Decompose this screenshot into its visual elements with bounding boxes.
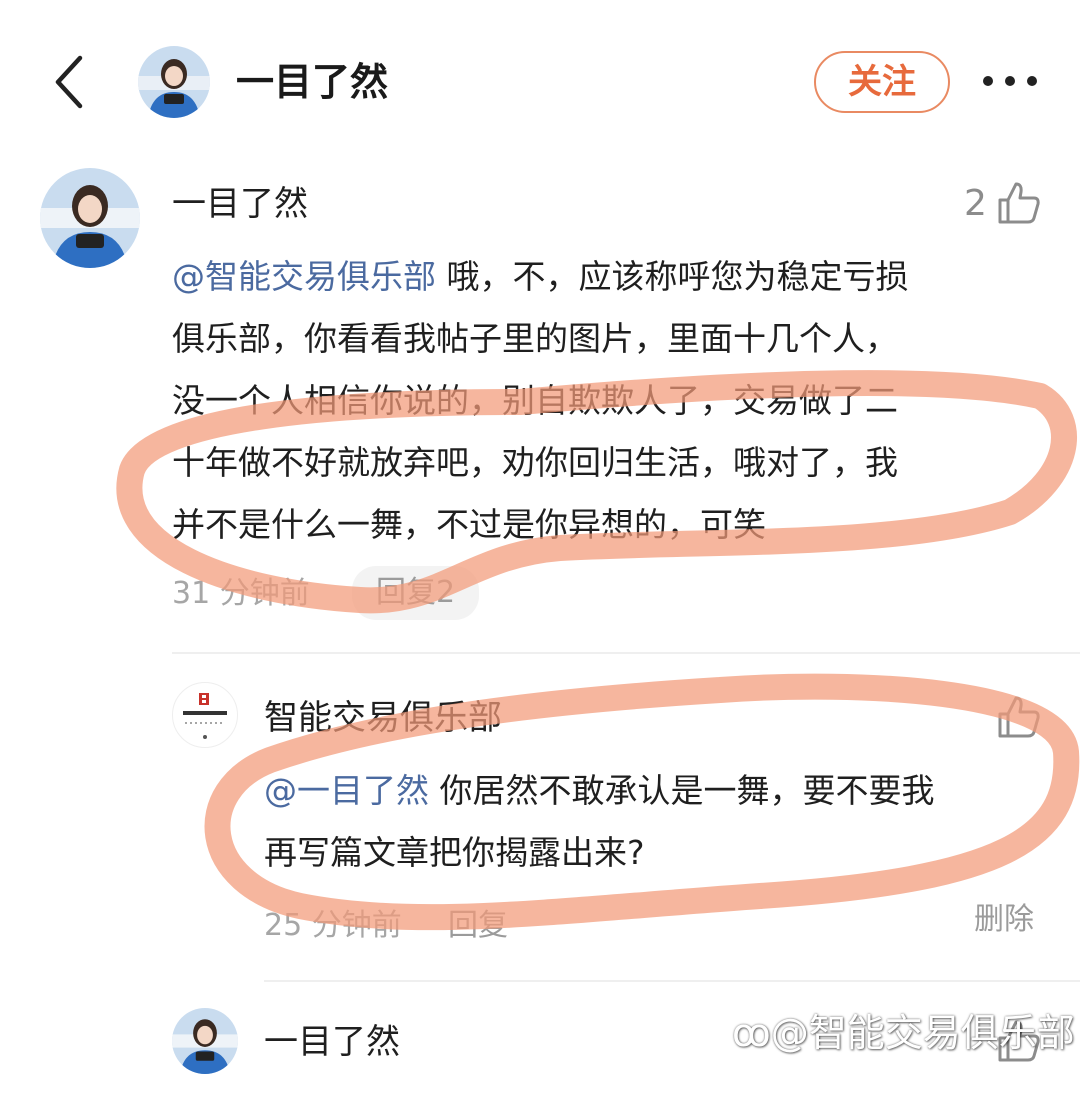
reply-author[interactable]: 一目了然 [264,1018,400,1066]
weibo-logo-icon: ꝏ [732,1011,771,1055]
divider [172,652,1080,654]
comment-text-line: 哦，不，应该称呼您为稳定亏损 [436,257,909,296]
thumbs-up-icon [998,696,1040,738]
mention-link[interactable]: @智能交易俱乐部 [172,257,436,296]
chevron-left-icon [55,55,83,109]
reply-body: @一目了然 你居然不敢承认是一舞，要不要我 再写篇文章把你揭露出来? [264,760,1054,884]
user-photo-icon [172,1008,238,1074]
reply-text-line: 再写篇文章把你揭露出来? [264,833,645,872]
page-title: 一目了然 [236,60,389,104]
like-button[interactable] [996,694,1042,744]
comment-time: 31 分钟前 [172,576,310,611]
reply-avatar[interactable] [172,1008,238,1074]
back-button[interactable] [48,52,92,112]
reply-text-line: 你居然不敢承认是一舞，要不要我 [429,771,935,810]
delete-button[interactable]: 删除 [974,894,1034,938]
divider [264,980,1080,982]
mention-link[interactable]: @一目了然 [264,771,429,810]
user-photo-icon [40,168,140,268]
reply-author[interactable]: 智能交易俱乐部 [264,694,502,742]
comment-text-line: 俱乐部，你看看我帖子里的图片，里面十几个人， [172,319,898,358]
comment-text-line: 并不是什么一舞，不过是你异想的，可笑 [172,505,766,544]
reply-time: 25 分钟前 [264,908,402,943]
comment-avatar[interactable] [40,168,140,268]
comment-text-line: 十年做不好就放弃吧，劝你回归生活，哦对了，我 [172,443,898,482]
watermark-text: @智能交易俱乐部 [770,1011,1075,1055]
comment-body: @智能交易俱乐部 哦，不，应该称呼您为稳定亏损 俱乐部，你看看我帖子里的图片，里… [172,246,1052,556]
follow-button[interactable]: 关注 [814,51,950,113]
comment-author[interactable]: 一目了然 [172,180,308,228]
reply-avatar[interactable] [172,682,238,748]
user-photo-icon [138,46,210,118]
like-button[interactable] [996,180,1042,230]
header-avatar[interactable] [138,46,210,118]
reply-button[interactable]: 回复 [448,906,508,946]
club-logo-icon [183,693,227,739]
like-count: 2 [964,183,987,224]
more-dots-icon [983,76,1037,86]
comment-text-line: 没一个人相信你说的，别自欺欺人了，交易做了二 [172,381,898,420]
more-button[interactable] [980,64,1040,98]
watermark: ꝏ@智能交易俱乐部 [732,1008,1075,1058]
thumbs-up-icon [998,182,1040,224]
reply-button[interactable]: 回复2 [352,566,480,620]
